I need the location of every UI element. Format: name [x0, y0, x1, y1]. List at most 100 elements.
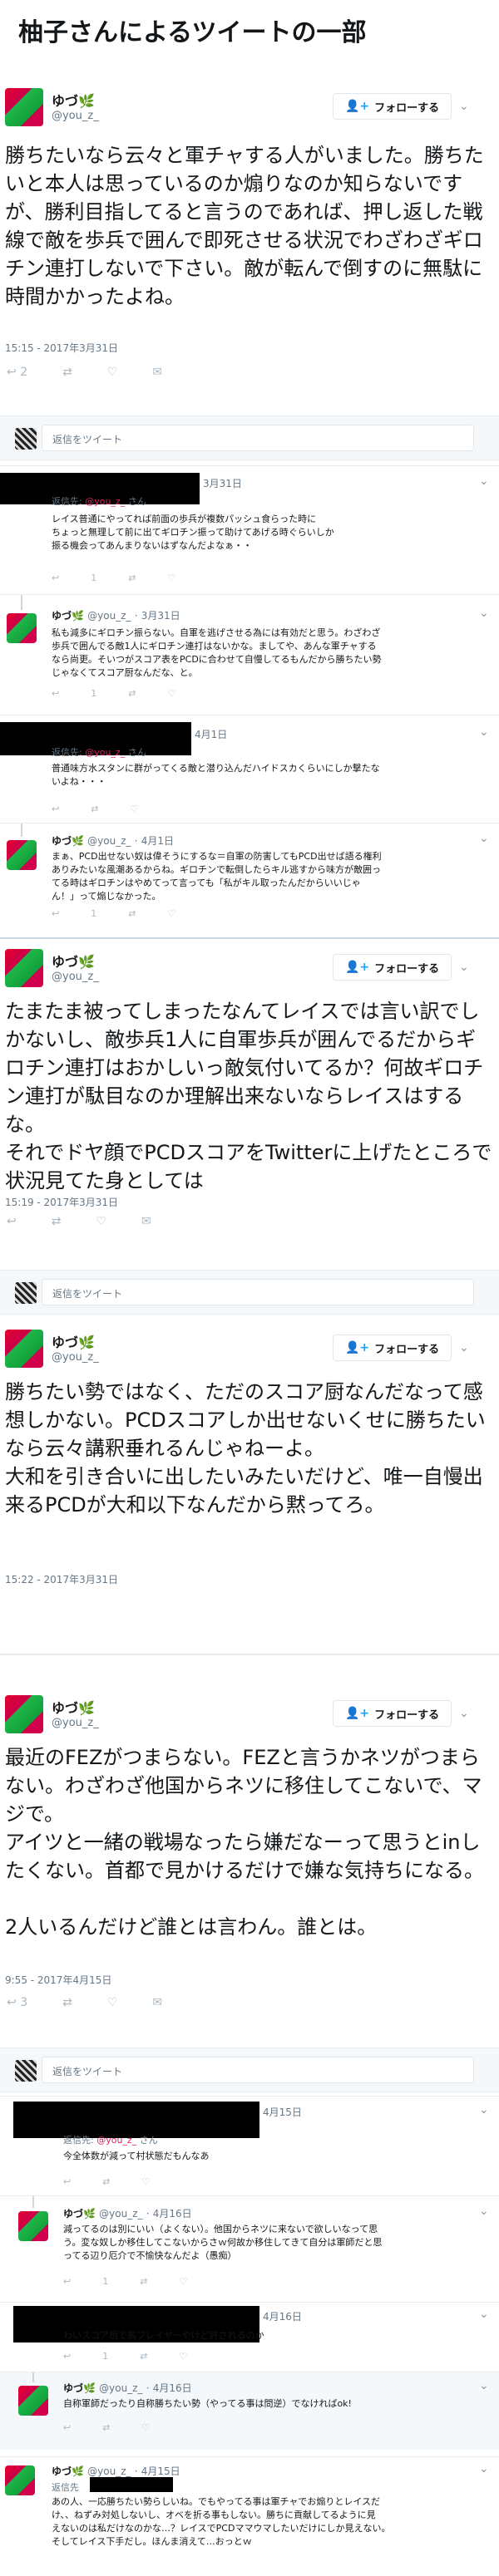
tweet-card-4: ゆづ🌿 @you_z_ 👤+ フォローする ⌄ 最近のFEZがつまらない。FEZ…: [0, 1687, 499, 2019]
reply-input[interactable]: 返信をツイート: [42, 425, 474, 451]
reply-icon[interactable]: ↩: [63, 2176, 71, 2187]
avatar[interactable]: [5, 88, 43, 126]
reply-text: 私も減多にギロチン振らない。自軍を逃げさせる為には有効だと思う。わざわざ 歩兵で…: [52, 627, 382, 678]
like-icon[interactable]: ♡: [141, 2422, 150, 2433]
reply-icon[interactable]: ↩: [52, 908, 59, 919]
follow-button[interactable]: 👤+ フォローする: [333, 1335, 452, 1361]
chevron-down-icon[interactable]: ⌄: [479, 2205, 489, 2218]
avatar[interactable]: [5, 1695, 43, 1733]
chevron-down-icon[interactable]: ⌄: [479, 725, 489, 739]
reply-actions: ↩ ⇄ ♡: [52, 804, 138, 814]
reply-count: 1: [91, 573, 97, 583]
retweet-icon[interactable]: ⇄: [52, 1215, 62, 1228]
tweet-timestamp[interactable]: 15:19 - 2017年3月31日: [5, 1195, 118, 1209]
retweet-icon[interactable]: ⇄: [62, 1996, 72, 2009]
reply-item[interactable]: 3月31日 ⌄ 返信先: @you_z_ さん レイス普通にやってれば前面の歩兵…: [0, 465, 499, 594]
like-icon[interactable]: ♡: [141, 2176, 150, 2187]
reply-actions: ↩ 1 ⇄ ♡: [52, 573, 175, 583]
avatar[interactable]: [7, 840, 37, 870]
add-user-icon: 👤+: [345, 100, 370, 113]
reply-icon[interactable]: ↩: [63, 2351, 71, 2362]
like-icon[interactable]: ♡: [179, 2276, 187, 2287]
reply-to-line: 返信先: [52, 2482, 79, 2493]
reply-item[interactable]: ゆづ🌿 @you_z_ · 4月1日 ⌄ まぁ、PCD出せない奴は偉そうにするな…: [0, 823, 499, 931]
user-handle[interactable]: @you_z_: [52, 1717, 99, 1729]
chevron-down-icon[interactable]: ⌄: [479, 2103, 489, 2116]
user-handle[interactable]: @you_z_: [52, 1351, 99, 1364]
like-icon[interactable]: ♡: [167, 688, 175, 699]
reply-icon[interactable]: ↩: [7, 1215, 17, 1228]
reply-header: ゆづ🌿 @you_z_ · 4月1日: [52, 835, 174, 847]
chevron-down-icon[interactable]: ⌄: [479, 607, 489, 620]
tweet-actions: ↩ ⇄ ♡ ✉: [7, 1215, 151, 1228]
reply-action[interactable]: ↩ 2: [7, 366, 27, 379]
avatar[interactable]: [18, 2211, 48, 2241]
reply-item[interactable]: ゆづ🌿 @you_z_ · 4月15日 ⌄ 返信先 あの人、一応勝ちたい勢らしい…: [0, 2456, 499, 2576]
reply-icon[interactable]: ↩: [63, 2276, 71, 2287]
chevron-down-icon[interactable]: ⌄: [479, 2379, 489, 2392]
reply-icon[interactable]: ↩: [63, 2422, 71, 2433]
reply-item[interactable]: 4月1日 ⌄ 返信先: @you_z_ さん 普通味方水スタンに群がってくる敵と…: [0, 715, 499, 823]
user-name[interactable]: ゆづ🌿: [52, 951, 95, 971]
reply-action[interactable]: ↩ 3: [7, 1996, 27, 2009]
retweet-icon[interactable]: ⇄: [102, 2422, 110, 2433]
reply-icon[interactable]: ↩: [52, 804, 59, 814]
reply-date: 3月31日: [203, 478, 242, 489]
like-icon[interactable]: ♡: [96, 1215, 106, 1228]
like-icon[interactable]: ♡: [167, 908, 175, 919]
follow-button[interactable]: 👤+ フォローする: [333, 93, 452, 120]
chevron-down-icon[interactable]: ⌄: [459, 961, 469, 974]
reply-icon[interactable]: ↩: [52, 573, 59, 583]
avatar[interactable]: [7, 613, 37, 643]
chevron-down-icon[interactable]: ⌄: [459, 1707, 469, 1720]
reply-input[interactable]: 返信をツイート: [42, 2057, 474, 2083]
avatar[interactable]: [18, 2386, 48, 2416]
retweet-icon[interactable]: ⇄: [128, 573, 136, 583]
chevron-down-icon[interactable]: ⌄: [459, 1341, 469, 1354]
reply-item[interactable]: 4月15日 ⌄ 返信先: @you_z_ さん 今全体数が減って村状態だもんなあ…: [0, 2096, 499, 2195]
like-icon[interactable]: ♡: [179, 2351, 187, 2362]
reply-date: 4月15日: [263, 2107, 302, 2118]
dm-icon[interactable]: ✉: [152, 366, 162, 379]
retweet-icon[interactable]: ⇄: [140, 2276, 147, 2287]
retweet-icon[interactable]: ⇄: [128, 908, 136, 919]
user-name[interactable]: ゆづ🌿: [52, 1331, 95, 1351]
reply-input[interactable]: 返信をツイート: [42, 1279, 474, 1305]
like-icon[interactable]: ♡: [167, 573, 175, 583]
like-icon[interactable]: ♡: [107, 366, 118, 379]
reply-actions: ↩ 1 ⇄ ♡: [52, 688, 175, 699]
avatar[interactable]: [5, 949, 43, 987]
dm-icon[interactable]: ✉: [152, 1996, 162, 2009]
reply-icon[interactable]: ↩: [52, 688, 59, 699]
retweet-icon[interactable]: ⇄: [91, 804, 98, 814]
tweet-timestamp[interactable]: 9:55 - 2017年4月15日: [5, 1973, 111, 1987]
user-handle[interactable]: @you_z_: [52, 110, 99, 122]
redacted-user: [90, 2477, 173, 2492]
reply-item[interactable]: ゆづ🌿 @you_z_ · 4月16日 ⌄ 減ってるのは別にいい（よくない）。他…: [0, 2195, 499, 2302]
retweet-icon[interactable]: ⇄: [140, 2351, 147, 2362]
chevron-down-icon[interactable]: ⌄: [479, 2308, 489, 2321]
reply-item[interactable]: ゆづ🌿 @you_z_ · 4月16日 ⌄ 自称軍師だったり自称勝ちたい勢（やっ…: [0, 2372, 499, 2450]
chevron-down-icon[interactable]: ⌄: [459, 100, 469, 113]
chevron-down-icon[interactable]: ⌄: [479, 832, 489, 845]
tweet-timestamp[interactable]: 15:22 - 2017年3月31日: [5, 1572, 118, 1586]
reply-item[interactable]: ゆづ🌿 @you_z_ · 3月31日 ⌄ 私も減多にギロチン振らない。自軍を逃…: [0, 594, 499, 710]
reply-actions: ↩ 1 ⇄ ♡: [52, 908, 175, 919]
user-name[interactable]: ゆづ🌿: [52, 90, 95, 110]
chevron-down-icon[interactable]: ⌄: [479, 2462, 489, 2475]
retweet-icon[interactable]: ⇄: [102, 2176, 110, 2187]
like-icon[interactable]: ♡: [107, 1996, 118, 2009]
avatar[interactable]: [5, 1330, 43, 1368]
follow-button[interactable]: 👤+ フォローする: [333, 1700, 452, 1727]
chevron-down-icon[interactable]: ⌄: [479, 474, 489, 488]
user-handle[interactable]: @you_z_: [52, 971, 99, 983]
follow-button[interactable]: 👤+ フォローする: [333, 954, 452, 981]
retweet-icon[interactable]: ⇄: [128, 688, 136, 699]
tweet-timestamp[interactable]: 15:15 - 2017年3月31日: [5, 341, 118, 355]
reply-item[interactable]: 4月16日 ⌄ わいスコア厨で馬プレイヤーやけど許されるのか ↩ 1 ⇄ ♡: [0, 2302, 499, 2372]
avatar[interactable]: [5, 2465, 35, 2495]
user-name[interactable]: ゆづ🌿: [52, 1697, 95, 1717]
dm-icon[interactable]: ✉: [141, 1215, 151, 1228]
like-icon[interactable]: ♡: [130, 804, 138, 814]
retweet-icon[interactable]: ⇄: [62, 366, 72, 379]
